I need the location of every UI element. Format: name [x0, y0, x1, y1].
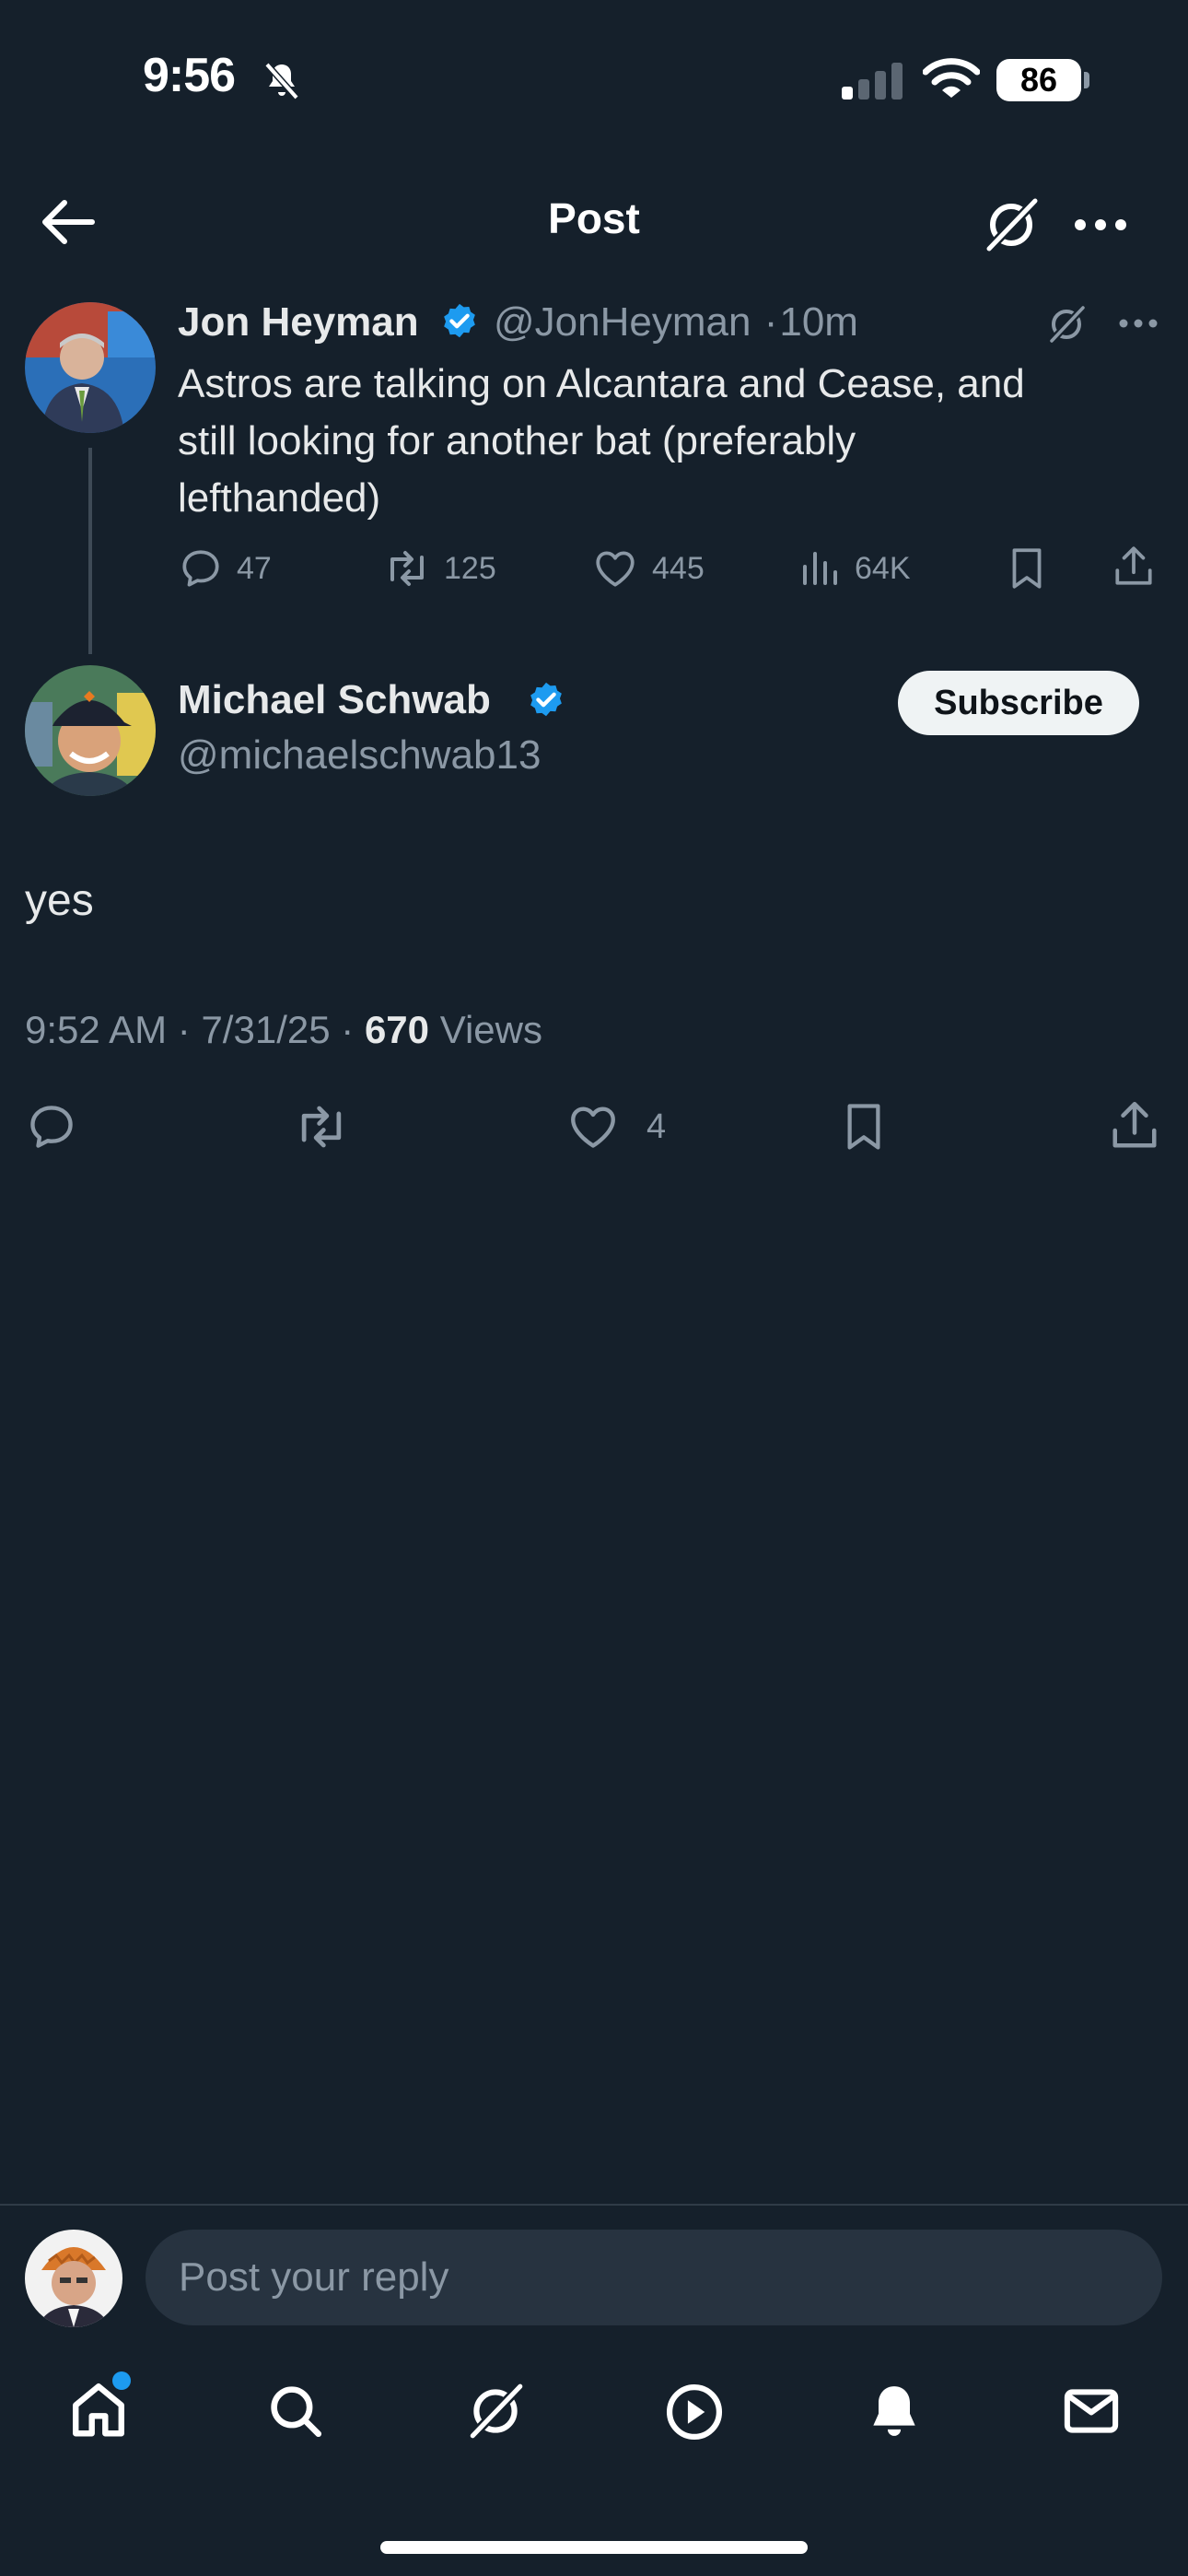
- verified-badge-icon: [525, 680, 567, 722]
- bookmark-icon[interactable]: [1006, 545, 1048, 591]
- nav-video[interactable]: [663, 2381, 726, 2443]
- like-count: 445: [652, 550, 705, 586]
- reply-icon: [182, 550, 219, 587]
- like-count: 4: [646, 1107, 667, 1146]
- mail-icon: [1064, 2389, 1119, 2433]
- reply-count: 47: [237, 550, 272, 586]
- reply-icon[interactable]: [25, 1100, 78, 1153]
- like-action[interactable]: 4: [565, 1100, 666, 1153]
- post-text-line: still looking for another bat (preferabl…: [178, 418, 856, 463]
- avatar-jon-heyman[interactable]: [25, 302, 156, 433]
- grok-icon: [467, 2381, 526, 2441]
- author-handle[interactable]: @michaelschwab13: [178, 732, 541, 779]
- repost-action[interactable]: 125: [381, 545, 496, 591]
- bookmark-icon[interactable]: [840, 1100, 888, 1153]
- play-icon: [666, 2383, 723, 2441]
- nav-search[interactable]: [265, 2381, 326, 2441]
- nav-grok[interactable]: [463, 2379, 528, 2443]
- post-time: 9:52 AM: [25, 1008, 168, 1051]
- status-time: 9:56: [143, 49, 236, 102]
- grok-small-icon[interactable]: [1044, 302, 1089, 346]
- analytics-icon: [803, 552, 837, 585]
- repost-icon[interactable]: [291, 1100, 352, 1153]
- views-label[interactable]: Views: [440, 1008, 542, 1051]
- wifi-icon: [923, 57, 980, 100]
- parent-post-text[interactable]: Astros are talking on Alcantara and Ceas…: [178, 356, 1163, 527]
- like-action[interactable]: 445: [591, 545, 705, 591]
- signal-icon: [842, 61, 904, 100]
- avatar-michael-schwab[interactable]: [25, 665, 156, 796]
- post-more-icon[interactable]: [1118, 318, 1159, 329]
- battery-tip: [1084, 72, 1089, 88]
- repost-icon: [390, 551, 424, 586]
- thread-line: [88, 448, 92, 654]
- heart-icon: [596, 551, 635, 587]
- author-name[interactable]: Michael Schwab: [178, 677, 491, 723]
- heart-icon: [571, 1107, 615, 1148]
- post-text: yes: [25, 876, 94, 925]
- reply-action[interactable]: 47: [178, 545, 272, 591]
- bell-icon: [873, 2386, 915, 2436]
- share-icon[interactable]: [1112, 544, 1155, 590]
- views-count: 64K: [855, 550, 911, 586]
- views-count[interactable]: 670: [365, 1008, 429, 1051]
- home-indicator: [380, 2541, 808, 2554]
- current-user-avatar[interactable]: [25, 2230, 122, 2327]
- post-text-line: Astros are talking on Alcantara and Ceas…: [178, 361, 1025, 406]
- bell-muted-icon: [260, 59, 304, 103]
- more-options-icon[interactable]: [1073, 217, 1128, 232]
- views-action[interactable]: 64K: [799, 545, 911, 591]
- verified-badge-icon: [438, 301, 481, 344]
- reply-input[interactable]: Post your reply: [146, 2230, 1162, 2325]
- share-icon[interactable]: [1109, 1098, 1160, 1153]
- post-date: 7/31/25: [201, 1008, 331, 1051]
- battery-indicator: 86: [996, 59, 1081, 101]
- author-handle[interactable]: @JonHeyman ·10m: [494, 299, 858, 345]
- subscribe-button[interactable]: Subscribe: [898, 671, 1139, 735]
- search-icon: [271, 2386, 322, 2438]
- reply-bar-divider: [0, 2204, 1188, 2206]
- post-meta: 9:52 AM · 7/31/25 · 670 Views: [25, 1008, 542, 1051]
- nav-notifications[interactable]: [863, 2379, 926, 2443]
- author-name[interactable]: Jon Heyman: [178, 299, 419, 345]
- grok-icon[interactable]: [980, 193, 1042, 256]
- repost-count: 125: [444, 550, 496, 586]
- nav-messages[interactable]: [1061, 2383, 1122, 2440]
- notification-dot: [112, 2371, 131, 2390]
- post-text-line: lefthanded): [178, 475, 381, 521]
